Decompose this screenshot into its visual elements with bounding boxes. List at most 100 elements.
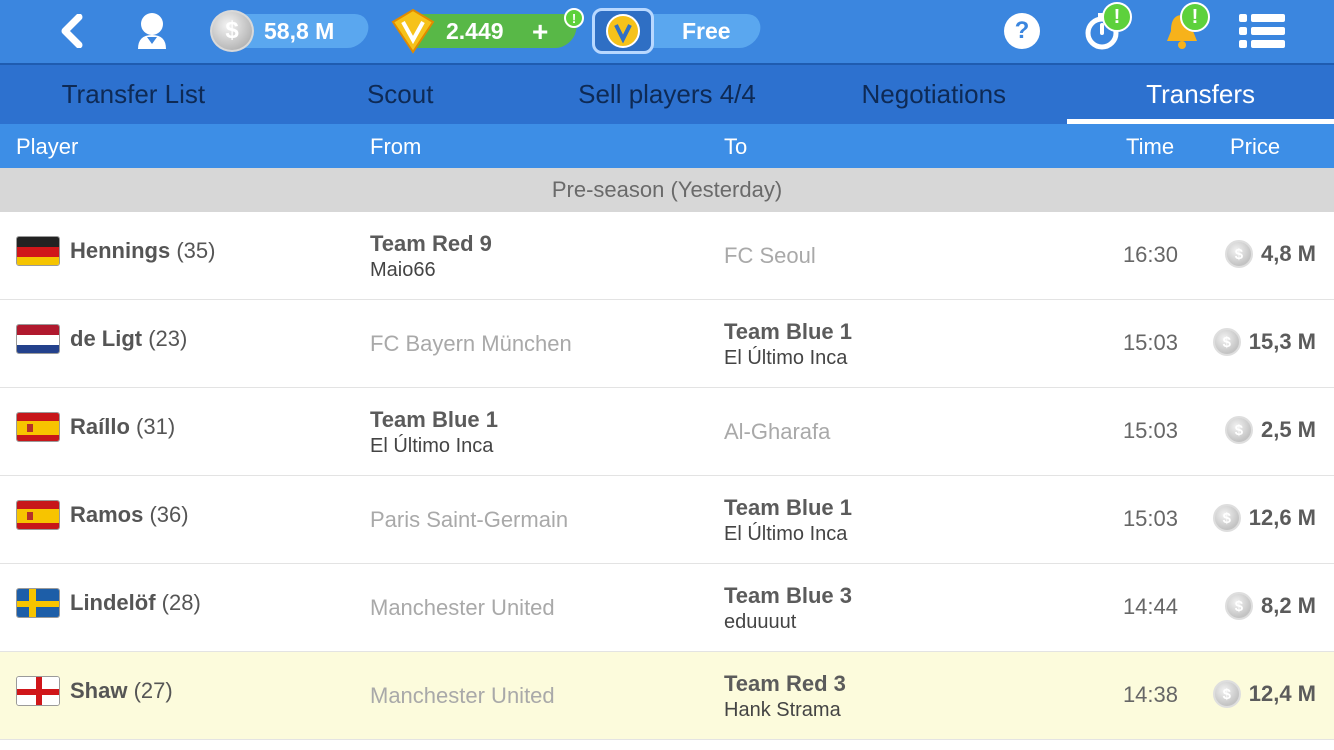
coin-icon: $ (1224, 240, 1253, 268)
timer-icon[interactable]: ! (1080, 2, 1132, 54)
timer-alert-badge: ! (1102, 2, 1132, 32)
help-symbol: ? (1014, 17, 1030, 44)
player-age: (31) (136, 414, 176, 439)
bell-icon[interactable]: ! (1160, 2, 1210, 54)
player-age: (27) (133, 678, 173, 703)
spain-flag-icon (16, 412, 60, 442)
table-row[interactable]: Hennings (35) Team Red 9 Maio66 FC Seoul… (0, 212, 1334, 300)
player-age: (23) (148, 326, 188, 351)
profile-icon[interactable] (128, 8, 176, 54)
from-manager: El Último Inca (370, 434, 494, 457)
table-row[interactable]: Raíllo (31) Team Blue 1 El Último Inca A… (0, 388, 1334, 476)
tab-transfers[interactable]: Transfers (1067, 65, 1334, 124)
tab-label: Scout (366, 79, 434, 109)
back-icon[interactable] (48, 8, 96, 54)
to-team: Team Red 3 (724, 670, 846, 696)
from-team: Team Red 9 (370, 230, 492, 256)
sweden-flag-icon (16, 588, 60, 618)
player-name: Shaw (70, 678, 128, 703)
price-value: 12,4 M (1248, 681, 1316, 706)
tab-label: Sell players 4/4 (578, 79, 756, 109)
player-age: (36) (149, 502, 189, 527)
to-team: Team Blue 3 (724, 582, 852, 608)
to-team: Team Blue 1 (724, 494, 852, 520)
from-cell: FC Bayern München (370, 300, 572, 388)
tab-scout[interactable]: Scout (267, 65, 534, 124)
from-club: Paris Saint-Germain (370, 507, 569, 532)
player-name: Hennings (70, 238, 171, 263)
tab-negotiations[interactable]: Negotiations (800, 65, 1067, 124)
coin-icon: $ (1224, 592, 1253, 620)
germany-flag-icon (16, 236, 60, 266)
section-title: Pre-season (Yesterday) (551, 177, 783, 202)
table-row[interactable]: Lindelöf (28) Manchester United Team Blu… (0, 564, 1334, 652)
column-price[interactable]: Price (1230, 134, 1280, 160)
player-name: Raíllo (70, 414, 130, 439)
coins-amount: 58,8 M (264, 17, 335, 44)
top-bar: $ 58,8 M 2.449 + ! Free ? ! ! (0, 0, 1334, 63)
column-to[interactable]: To (724, 134, 747, 160)
from-cell: Team Blue 1 El Último Inca (370, 388, 498, 476)
coin-icon: $ (1212, 680, 1241, 708)
transfer-price: $ 15,3 M (1212, 328, 1316, 356)
transfer-time: 14:44 (1122, 594, 1178, 619)
to-cell: Team Blue 1 El Último Inca (724, 476, 852, 564)
price-value: 8,2 M (1260, 593, 1316, 618)
player-name: Ramos (70, 502, 144, 527)
price-value: 12,6 M (1248, 505, 1316, 530)
help-icon[interactable]: ? (1000, 8, 1044, 54)
column-header: Player From To Time Price (0, 124, 1334, 168)
section-header: Pre-season (Yesterday) (0, 168, 1334, 212)
free-offer[interactable]: Free (592, 8, 768, 54)
from-club: FC Bayern München (370, 331, 572, 356)
to-cell: Team Blue 3 eduuuut (724, 564, 852, 652)
netherlands-flag-icon (16, 324, 60, 354)
tab-transfer-list[interactable]: Transfer List (0, 65, 267, 124)
bell-alert-badge: ! (1180, 2, 1210, 32)
from-cell: Manchester United (370, 652, 555, 740)
gems-amount: 2.449 (446, 17, 504, 44)
tab-label: Transfers (1146, 79, 1255, 109)
to-cell: Team Blue 1 El Último Inca (724, 300, 852, 388)
player-name-cell[interactable]: Raíllo (31) (70, 414, 175, 440)
transfers-list: Hennings (35) Team Red 9 Maio66 FC Seoul… (0, 212, 1334, 740)
player-name-cell[interactable]: de Ligt (23) (70, 326, 187, 352)
transfer-price: $ 4,8 M (1224, 240, 1316, 268)
transfer-price: $ 12,6 M (1212, 504, 1316, 532)
transfer-time: 16:30 (1122, 242, 1178, 267)
table-row[interactable]: Shaw (27) Manchester United Team Red 3 H… (0, 652, 1334, 740)
column-player[interactable]: Player (16, 134, 78, 160)
to-cell: FC Seoul (724, 212, 816, 300)
england-flag-icon (16, 676, 60, 706)
gem-icon (391, 8, 435, 54)
transfer-price: $ 8,2 M (1224, 592, 1316, 620)
transfer-price: $ 12,4 M (1212, 680, 1316, 708)
tab-label: Transfer List (61, 79, 206, 109)
tab-bar: Transfer List Scout Sell players 4/4 Neg… (0, 63, 1334, 124)
to-club: Al-Gharafa (724, 419, 831, 444)
player-name-cell[interactable]: Hennings (35) (70, 238, 215, 264)
player-name-cell[interactable]: Lindelöf (28) (70, 590, 201, 616)
table-row[interactable]: de Ligt (23) FC Bayern München Team Blue… (0, 300, 1334, 388)
spain-flag-icon (16, 500, 60, 530)
gems-balance[interactable]: 2.449 + ! (390, 8, 584, 54)
to-manager: El Último Inca (724, 346, 848, 369)
player-name: Lindelöf (70, 590, 156, 615)
player-name: de Ligt (70, 326, 143, 351)
player-name-cell[interactable]: Ramos (36) (70, 502, 189, 528)
menu-icon[interactable] (1236, 8, 1288, 54)
transfer-price: $ 2,5 M (1224, 416, 1316, 444)
transfer-time: 14:38 (1122, 682, 1178, 707)
from-cell: Team Red 9 Maio66 (370, 212, 492, 300)
tab-sell-players[interactable]: Sell players 4/4 (534, 65, 801, 124)
price-value: 4,8 M (1260, 241, 1316, 266)
from-cell: Manchester United (370, 564, 555, 652)
player-name-cell[interactable]: Shaw (27) (70, 678, 173, 704)
table-row[interactable]: Ramos (36) Paris Saint-Germain Team Blue… (0, 476, 1334, 564)
column-time[interactable]: Time (1126, 134, 1174, 160)
column-from[interactable]: From (370, 134, 421, 160)
coin-icon: $ (210, 10, 254, 52)
transfer-time: 15:03 (1122, 506, 1178, 531)
add-gems-button[interactable]: + (532, 16, 548, 48)
coins-balance[interactable]: $ 58,8 M (210, 10, 372, 52)
